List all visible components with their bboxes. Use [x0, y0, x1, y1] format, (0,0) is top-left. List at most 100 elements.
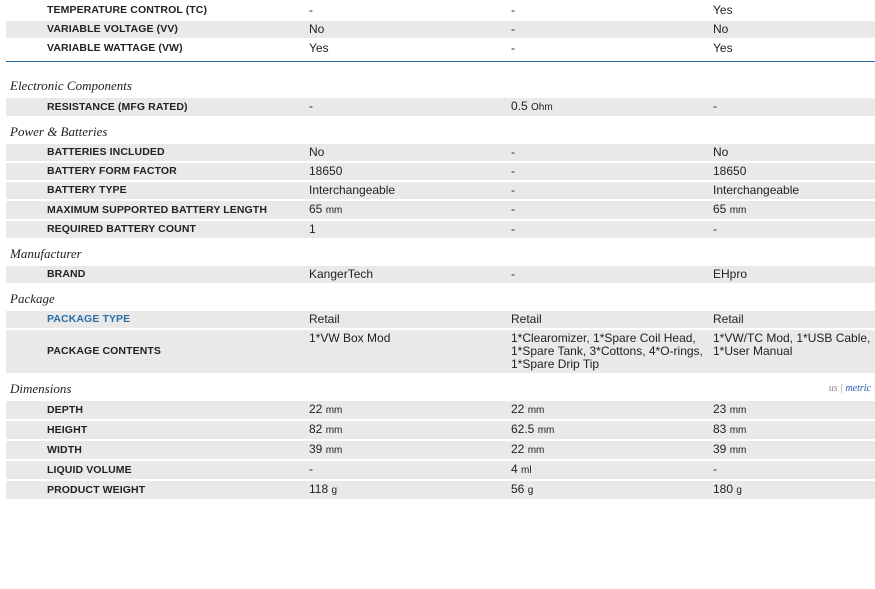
- unit-metric-link[interactable]: metric: [845, 383, 871, 394]
- cell-value: 65: [309, 202, 323, 216]
- cell-unit: mm: [527, 445, 545, 456]
- cell-value: -: [309, 462, 313, 476]
- cell-unit: mm: [729, 405, 747, 416]
- unit-us-link[interactable]: us: [829, 383, 838, 394]
- cell-value: EHpro: [713, 267, 748, 281]
- cell-value: 1: [309, 222, 316, 236]
- table-row: LIQUID VOLUME -4 ml -: [6, 461, 875, 479]
- cell-unit: mm: [537, 425, 555, 436]
- cell-value: Retail: [309, 312, 340, 326]
- cell-product-2: -: [509, 163, 711, 180]
- cell-product-3: 1*VW/TC Mod, 1*USB Cable, 1*User Manual: [711, 330, 875, 373]
- cell-value: 0.5: [511, 99, 528, 113]
- spec-section: Manufacturer BRAND KangerTech - EHpro: [6, 244, 875, 285]
- section-title: Power & Batteries: [6, 122, 875, 142]
- cell-product-1: 1*VW Box Mod: [307, 330, 509, 373]
- cell-unit: mm: [729, 425, 747, 436]
- cell-product-2: Retail: [509, 311, 711, 328]
- cell-product-1: No: [307, 21, 509, 38]
- cell-unit: mm: [325, 405, 343, 416]
- table-row: WIDTH 39 mm 22 mm 39 mm: [6, 441, 875, 459]
- cell-value: 1*VW Box Mod: [309, 331, 391, 345]
- table-row: RESISTANCE (MFG RATED) -0.5 Ohm -: [6, 98, 875, 116]
- cell-value: 39: [713, 442, 727, 456]
- cell-product-1: KangerTech: [307, 266, 509, 283]
- cell-value: No: [309, 145, 325, 159]
- cell-product-1: Yes: [309, 41, 329, 55]
- row-label: PACKAGE CONTENTS: [6, 330, 307, 373]
- cell-unit: mm: [325, 205, 343, 216]
- cell-product-1: 82 mm: [307, 421, 509, 439]
- table-row: VARIABLE WATTAGE (VW) Yes - Yes: [6, 40, 875, 57]
- cell-product-2: -: [509, 182, 711, 199]
- table-row: MAXIMUM SUPPORTED BATTERY LENGTH 65 mm -65…: [6, 201, 875, 219]
- section-title-text: Dimensions: [10, 381, 72, 396]
- table-row: HEIGHT 82 mm 62.5 mm 83 mm: [6, 421, 875, 439]
- cell-product-3: Interchangeable: [711, 182, 875, 199]
- row-label-link[interactable]: PACKAGE TYPE: [6, 311, 307, 328]
- table-row: BRAND KangerTech - EHpro: [6, 266, 875, 283]
- row-label: HEIGHT: [6, 421, 307, 439]
- section-title: Manufacturer: [6, 244, 875, 264]
- spec-table: BRAND KangerTech - EHpro: [6, 264, 875, 285]
- cell-value: -: [309, 99, 313, 113]
- section-title-text: Manufacturer: [10, 246, 82, 261]
- cell-product-3: EHpro: [711, 266, 875, 283]
- cell-value: 1*VW/TC Mod, 1*USB Cable, 1*User Manual: [713, 331, 871, 358]
- row-label: BATTERY TYPE: [6, 182, 307, 199]
- cell-value: 62.5: [511, 422, 535, 436]
- row-label: BATTERY FORM FACTOR: [6, 163, 307, 180]
- cell-product-3: 18650: [711, 163, 875, 180]
- row-label: RESISTANCE (MFG RATED): [6, 98, 307, 116]
- cell-value: 22: [511, 402, 525, 416]
- cell-product-3: 39 mm: [711, 441, 875, 459]
- row-label: VARIABLE VOLTAGE (VV): [6, 21, 307, 38]
- cell-value: 39: [309, 442, 323, 456]
- cell-value: 118: [309, 482, 329, 496]
- cell-product-3: 180 g: [711, 481, 875, 499]
- cell-product-3: -: [711, 461, 875, 479]
- cell-value: 83: [713, 422, 727, 436]
- cell-value: 18650: [713, 164, 747, 178]
- cell-product-2: -: [509, 21, 711, 38]
- cell-unit: mm: [325, 445, 343, 456]
- cell-product-3: No: [711, 21, 875, 38]
- spec-section: Package PACKAGE TYPE Retail Retail Retail PAC…: [6, 289, 875, 375]
- cell-value: 65: [713, 202, 727, 216]
- cell-value: No: [713, 145, 729, 159]
- table-row: PACKAGE TYPE Retail Retail Retail: [6, 311, 875, 328]
- cell-product-1: 39 mm: [307, 441, 509, 459]
- cell-value: 56: [511, 482, 525, 496]
- cell-product-3: 23 mm: [711, 401, 875, 419]
- unit-toggle: us | metric: [829, 379, 871, 399]
- table-row: VARIABLE VOLTAGE (VV) No - No: [6, 21, 875, 38]
- cell-unit: ml: [521, 465, 532, 476]
- cell-unit: mm: [325, 425, 343, 436]
- cell-product-2: 1*Clearomizer, 1*Spare Coil Head, 1*Spar…: [509, 330, 711, 373]
- row-label: PRODUCT WEIGHT: [6, 481, 307, 499]
- cell-product-2: 0.5 Ohm: [509, 98, 711, 116]
- cell-value: 22: [309, 402, 323, 416]
- unit-separator: |: [840, 383, 843, 394]
- cell-value: Interchangeable: [309, 183, 396, 197]
- row-label: BRAND: [6, 266, 307, 283]
- cell-product-2: -: [509, 221, 711, 238]
- cell-value: 22: [511, 442, 525, 456]
- cell-value: Interchangeable: [713, 183, 800, 197]
- spec-section: Dimensions us | metric DEPTH 22 mm 22 mm 23 m…: [6, 379, 875, 501]
- cell-product-3: No: [711, 144, 875, 161]
- cell-product-2: -: [509, 266, 711, 283]
- cell-value: 18650: [309, 164, 343, 178]
- table-row: BATTERIES INCLUDED No - No: [6, 144, 875, 161]
- cell-value: 180: [713, 482, 734, 496]
- cell-product-1: 65 mm: [307, 201, 509, 219]
- cell-product-1: 22 mm: [307, 401, 509, 419]
- row-label: REQUIRED BATTERY COUNT: [6, 221, 307, 238]
- cell-product-1: -: [309, 3, 313, 17]
- cell-product-1: 18650: [307, 163, 509, 180]
- cell-value: -: [511, 164, 515, 178]
- table-row: BATTERY TYPE Interchangeable - Interchangea…: [6, 182, 875, 199]
- cell-product-2: -: [509, 201, 711, 219]
- cell-unit: Ohm: [531, 102, 553, 113]
- section-title-text: Power & Batteries: [10, 124, 108, 139]
